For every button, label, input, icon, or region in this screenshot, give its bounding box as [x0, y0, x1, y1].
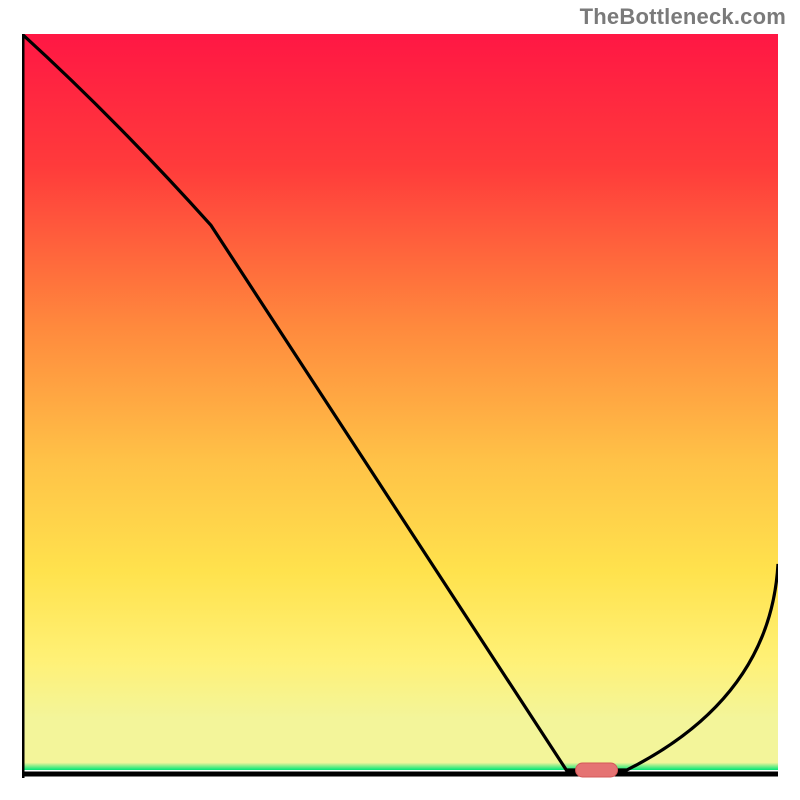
chart-svg: [22, 34, 778, 778]
plot-area: [22, 34, 778, 778]
optimal-marker: [576, 763, 618, 777]
chart-container: TheBottleneck.com: [0, 0, 800, 800]
watermark-text: TheBottleneck.com: [580, 4, 786, 30]
